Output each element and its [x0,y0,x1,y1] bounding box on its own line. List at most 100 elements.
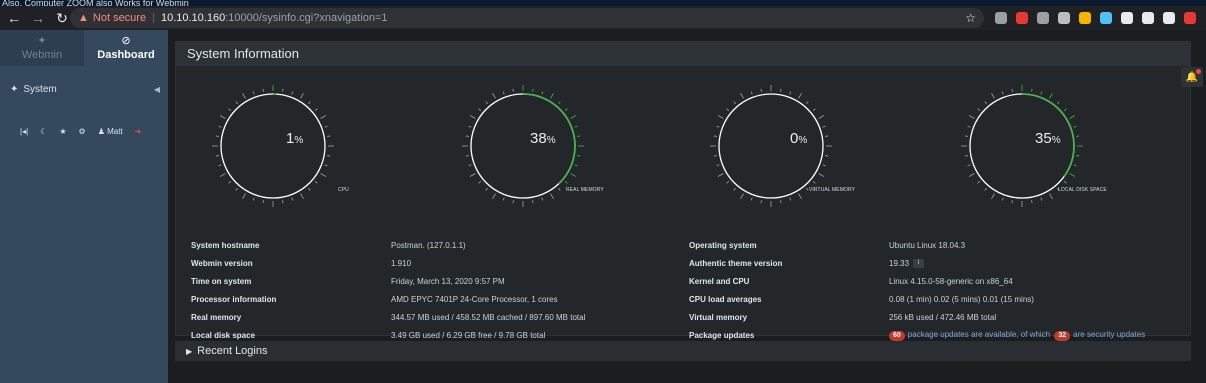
gauge-tick [469,173,476,177]
notification-badge [1196,69,1201,74]
gauge-tick [1011,200,1013,204]
settings-gear-icon[interactable]: ⚙ [79,127,86,136]
gauge-tick [574,125,578,128]
info-label: Local disk space [191,330,256,340]
gauge-tick [327,155,331,157]
moon-icon[interactable]: ☾ [40,127,47,136]
gauge-tick [252,91,255,95]
browser-toolbar: ← → ↻ ▲ Not secure | 10.10.10.160 :10000… [0,6,1206,30]
dashboard-gauge-icon: ⊘ [121,35,131,47]
gauge-tick [1049,193,1053,200]
info-value: 0.08 (1 min) 0.02 (5 mins) 0.01 (15 mins… [889,294,1034,304]
extension-6-icon[interactable] [1100,12,1112,24]
gauge-dial [961,85,1083,207]
info-value: Friday, March 13, 2020 9:57 PM [391,276,505,286]
gauge-tick [1001,197,1004,201]
gauge-tick [713,155,717,157]
logout-icon[interactable]: ➜ [135,127,142,136]
bookmark-star-icon[interactable]: ☆ [965,11,976,25]
gauge-tick [532,88,534,92]
gauge-tick [218,164,222,167]
gauge-tick [242,193,246,200]
gauge-label: CPU [338,187,349,193]
gauge-tick [822,125,826,128]
gauge-tick [300,92,304,99]
extension-icons [986,10,1196,26]
info-icon[interactable]: i [913,258,925,268]
gauge-tick [468,164,472,167]
info-label: System hostname [191,240,260,250]
security-updates-link[interactable]: are security updates [1073,330,1145,339]
info-row: Webmin version 1.910 [191,254,585,272]
gauge-tick [324,164,328,167]
user-menu[interactable]: ♟ Matt [98,127,123,136]
gauge-tick [1031,88,1033,92]
gauge-tick [750,91,753,95]
address-divider: | [152,12,155,24]
gauge-tick [468,125,472,128]
username-label: Matt [107,127,123,136]
gauge-tick [1011,88,1013,92]
updates-link[interactable]: package updates are available, of which [908,330,1050,339]
tab-webmin[interactable]: ✦ Webmin [0,30,84,66]
info-row: Virtual memory 256 kB used / 472.46 MB to… [689,308,1145,326]
gauge-tick [324,125,328,128]
security-count-badge: 32 [1054,330,1071,341]
gauge-tick [485,101,488,105]
caret-right-icon: ▶ [186,347,193,356]
extension-10-icon[interactable] [1184,12,1196,24]
tab-dashboard[interactable]: ⊘ Dashboard [84,30,168,66]
address-bar[interactable]: ▲ Not secure | 10.10.10.160 :10000/sysin… [70,8,984,28]
info-row: Time on system Friday, March 13, 2020 9:5… [191,272,585,290]
info-left: System hostname Postman. (127.0.1.1) Webmi… [191,236,585,344]
recent-logins-label: Recent Logins [197,345,268,357]
url-path: :10000/sysinfo.cgi?xnavigation=1 [225,12,388,24]
gauge-tick [789,197,792,201]
gauge-tick [550,193,554,200]
sidebar-item-system[interactable]: ✦ System ◀ [10,84,160,95]
notification-bell-button[interactable]: 🔔 [1181,67,1203,87]
panel-title[interactable]: System Information [176,42,1190,66]
extension-9-icon[interactable] [1163,12,1175,24]
gauge-tick [228,181,232,184]
gauge-tick [215,155,219,157]
gauge-tick [570,115,577,119]
extension-4-icon[interactable] [1058,12,1070,24]
gauge-tick [818,115,825,119]
extension-7-icon[interactable] [1121,12,1133,24]
gauge-tick [740,193,744,200]
info-label: Package updates [689,330,755,340]
gauge-tick [465,135,469,137]
back-icon[interactable]: ← [4,8,24,28]
collapse-icon[interactable]: |◂| [20,127,28,136]
gauge-tick [1057,101,1060,105]
favorites-star-icon[interactable]: ★ [59,127,66,136]
gauge-dial [212,85,334,207]
info-label: Virtual memory [689,312,748,322]
extension-3-icon[interactable] [1037,12,1049,24]
gauge-tick [1040,91,1043,95]
extension-1-icon[interactable] [995,12,1007,24]
gauge-label: REAL MEMORY [566,187,604,193]
info-value: Postman. (127.0.1.1) [391,240,466,250]
security-label: Not secure [92,12,147,24]
gauge-tick [967,125,971,128]
info-label: Webmin version [191,258,253,268]
gauge-tick [574,164,578,167]
reload-icon[interactable]: ↻ [52,8,72,28]
gauge-tick [485,187,488,191]
gauge-tick [282,200,284,204]
gauge-tick [218,125,222,128]
recent-logins-header[interactable]: ▶ Recent Logins [175,341,1191,361]
info-label: Authentic theme version [689,258,783,268]
extension-5-icon[interactable] [1079,12,1091,24]
gauge-tick [242,92,246,99]
gauge-tick [1069,115,1076,119]
gauge-tick [1040,197,1043,201]
updates-count-badge: 60 [889,330,905,341]
gauge-tick [320,115,327,119]
extension-2-icon[interactable] [1016,12,1028,24]
extension-8-icon[interactable] [1142,12,1154,24]
package-updates-value: 60 package updates are available, of whic… [889,330,1145,341]
forward-icon[interactable]: → [28,8,48,28]
